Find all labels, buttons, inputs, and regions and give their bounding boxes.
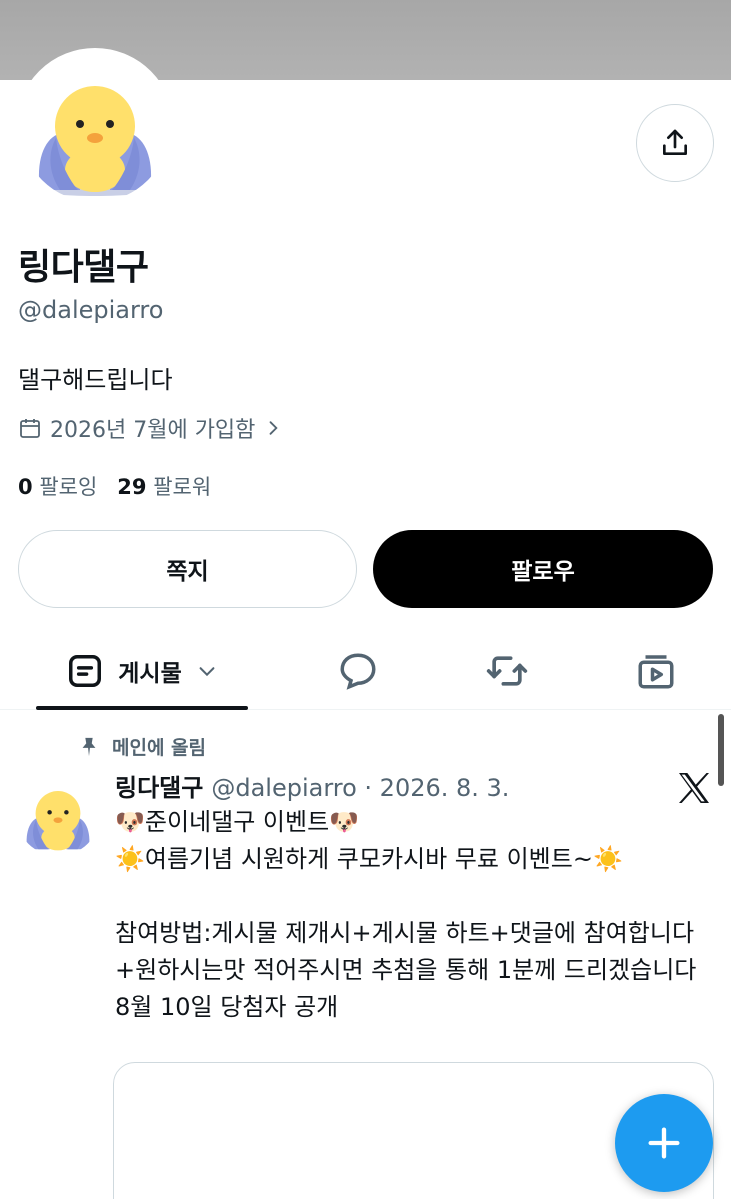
active-tab-indicator [36, 706, 248, 710]
chevron-right-icon [270, 421, 279, 435]
x-logo-icon [674, 768, 714, 808]
tab-reposts[interactable] [467, 632, 547, 710]
media-icon [638, 655, 674, 689]
profile-handle: @dalepiarro [18, 296, 164, 324]
pinned-label: 메인에 올림 [112, 737, 207, 759]
profile-name: 링다댈구 [18, 247, 149, 288]
profile-avatar[interactable] [16, 48, 174, 206]
post-author-meta[interactable]: @dalepiarro · 2026. 8. 3. [211, 774, 509, 802]
pinned-indicator: 메인에 올림 [78, 733, 206, 760]
tab-replies[interactable] [318, 632, 398, 710]
post-author-avatar[interactable] [16, 772, 100, 856]
follow-stats: 0 팔로잉 29 팔로워 [18, 471, 211, 501]
share-icon [663, 129, 687, 155]
duck-avatar-image [20, 52, 170, 202]
message-button[interactable]: 쪽지 [18, 530, 357, 608]
post-text: 🐶준이네댈구 이벤트🐶 ☀️여름기념 시원하게 쿠모카시바 무료 이벤트~☀️ … [115, 808, 697, 1021]
profile-tabs: 게시물 [0, 632, 731, 710]
tab-posts[interactable]: 게시물 [36, 632, 248, 710]
share-button[interactable] [636, 104, 714, 182]
followers-count: 29 [117, 475, 147, 499]
scrollbar[interactable] [718, 714, 724, 786]
plus-icon [648, 1127, 680, 1159]
joined-text: 2026년 7월에 가입함 [50, 418, 256, 443]
reply-icon [340, 653, 376, 690]
tab-posts-label: 게시물 [118, 661, 182, 687]
profile-bio: 댈구해드립니다 [18, 366, 173, 394]
joined-date[interactable]: 2026년 7월에 가입함 [18, 412, 283, 444]
following-label: 팔로잉 [39, 475, 98, 499]
followers-stat[interactable]: 29 팔로워 [117, 471, 211, 501]
following-stat[interactable]: 0 팔로잉 [18, 471, 97, 501]
repost-icon [486, 656, 528, 686]
compose-button[interactable] [615, 1094, 713, 1192]
chevron-down-icon [199, 667, 215, 677]
post-author-name[interactable]: 링다댈구 [115, 768, 203, 803]
tab-media[interactable] [616, 632, 696, 710]
calendar-icon [20, 419, 40, 438]
follow-button[interactable]: 팔로우 [373, 530, 713, 608]
followers-label: 팔로워 [153, 475, 212, 499]
post-header: 링다댈구 @dalepiarro · 2026. 8. 3. [115, 768, 509, 803]
duck-avatar-image [16, 772, 100, 856]
following-count: 0 [18, 475, 33, 499]
posts-icon [69, 655, 102, 687]
pin-icon [82, 737, 96, 756]
